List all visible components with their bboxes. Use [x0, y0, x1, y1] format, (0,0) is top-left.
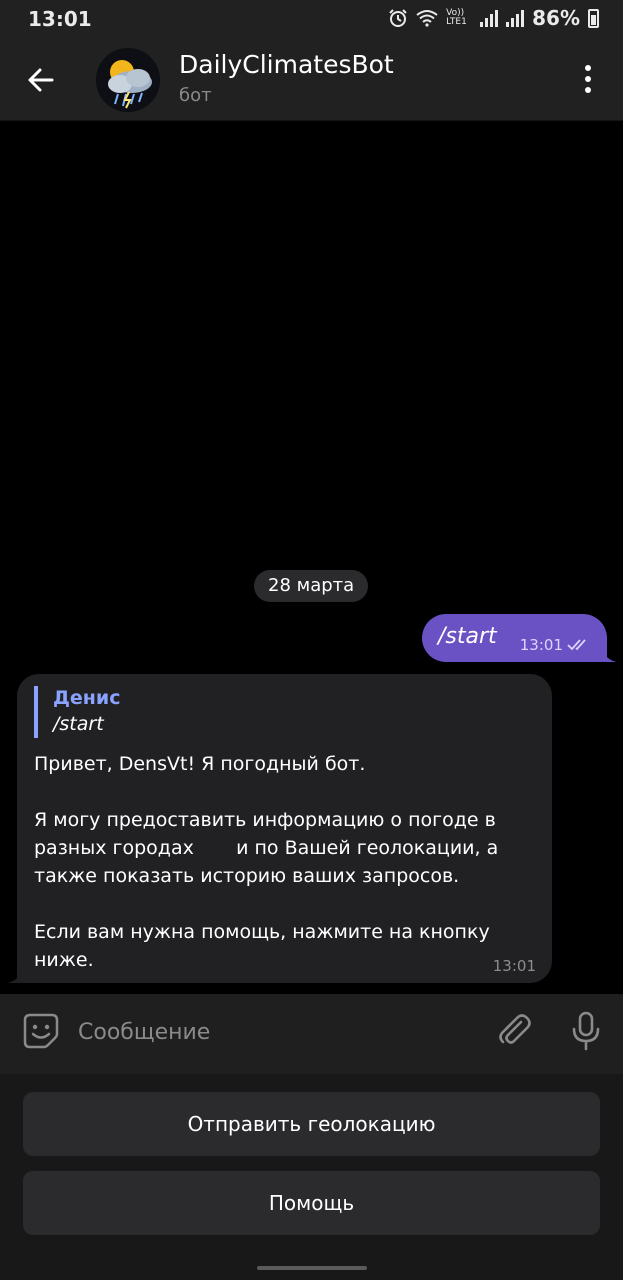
- bubble-tail: [603, 648, 617, 662]
- send-location-button[interactable]: Отправить геолокацию: [23, 1092, 600, 1156]
- attach-button[interactable]: [494, 1010, 534, 1050]
- alarm-icon: [389, 9, 407, 27]
- chat-header: DailyClimatesBot бот: [0, 38, 623, 121]
- reply-text: /start: [53, 713, 104, 735]
- chat-title[interactable]: DailyClimatesBot: [179, 50, 394, 79]
- navigation-handle[interactable]: [257, 1266, 367, 1270]
- help-button[interactable]: Помощь: [23, 1171, 600, 1235]
- message-input[interactable]: [76, 1012, 480, 1052]
- message-text: /start: [438, 624, 497, 649]
- message-text: Привет, DensVt! Я погодный бот. Я могу п…: [34, 753, 499, 971]
- bubble-tail: [7, 969, 21, 983]
- back-button[interactable]: [22, 60, 62, 100]
- reply-author: Денис: [53, 687, 121, 709]
- battery-percent: 86%: [532, 6, 580, 30]
- network-label: Vo)) LTE1: [446, 8, 467, 27]
- reply-quote[interactable]: Денис /start: [34, 686, 121, 738]
- arrow-left-icon: [28, 68, 54, 92]
- more-vertical-icon: [585, 65, 591, 93]
- sticker-button[interactable]: [22, 1012, 60, 1050]
- message-time: 13:01: [519, 636, 563, 654]
- status-icons: Vo)) LTE1 86%: [388, 6, 599, 30]
- outgoing-message[interactable]: /start 13:01: [422, 614, 617, 662]
- bot-avatar[interactable]: [96, 48, 160, 112]
- more-options-button[interactable]: [573, 62, 603, 96]
- battery-icon: [588, 8, 599, 28]
- message-meta: 13:01: [520, 636, 593, 654]
- status-time: 13:01: [28, 7, 92, 31]
- microphone-icon: [572, 1011, 600, 1051]
- double-check-icon: [567, 639, 586, 651]
- signal-icon-2: [506, 9, 525, 27]
- incoming-message[interactable]: Денис /start Привет, DensVt! Я погодный …: [7, 674, 552, 983]
- date-separator: 28 марта: [254, 570, 369, 602]
- paperclip-icon: [499, 1014, 531, 1044]
- signal-icon: [480, 9, 499, 27]
- wifi-icon: [416, 10, 438, 27]
- chat-subtitle: бот: [179, 85, 212, 106]
- message-composer: [0, 994, 623, 1074]
- sticker-icon: [23, 1013, 59, 1049]
- message-time: 13:01: [492, 957, 536, 975]
- status-bar: 13:01 Vo)) LTE1 86%: [0, 0, 623, 38]
- voice-button[interactable]: [568, 1010, 604, 1052]
- weather-icon: [96, 48, 160, 112]
